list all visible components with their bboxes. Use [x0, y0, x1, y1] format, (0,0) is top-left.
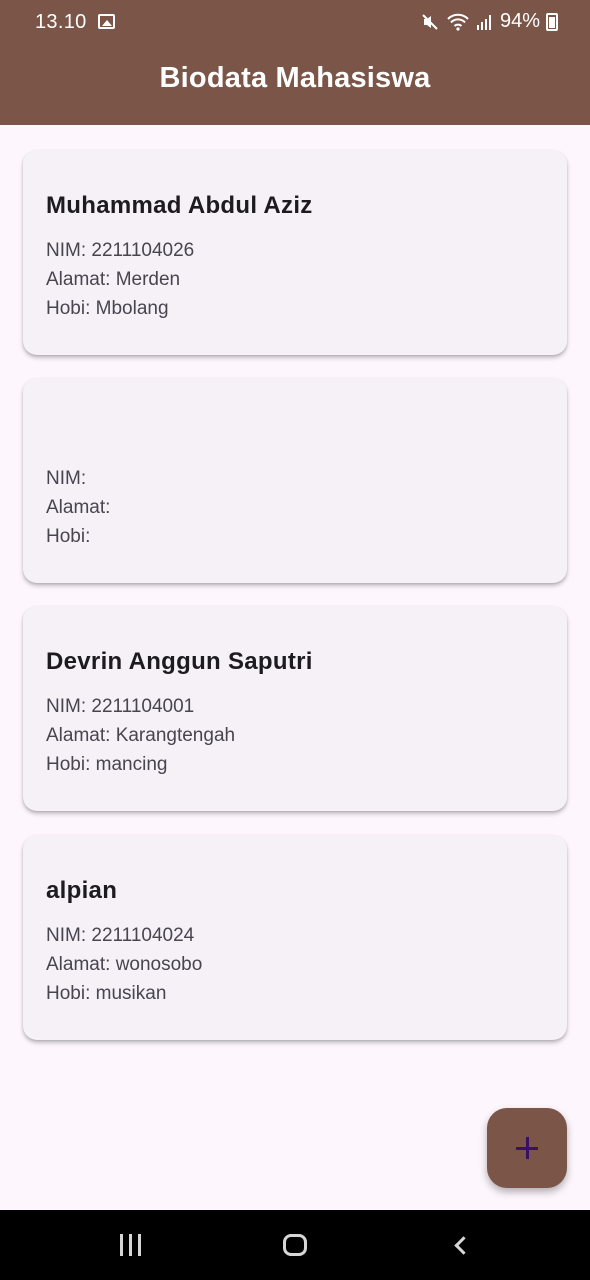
- student-hobi: Hobi:: [46, 526, 91, 547]
- page-title: Biodata Mahasiswa: [159, 62, 431, 94]
- student-hobi: Hobi: musikan: [46, 983, 167, 1004]
- student-name: alpian: [46, 877, 118, 904]
- student-name: Devrin Anggun Saputri: [46, 648, 313, 675]
- status-bar: 13.10 94%: [0, 0, 590, 44]
- plus-icon: [516, 1137, 538, 1159]
- gallery-icon: [98, 14, 115, 29]
- battery-icon: [546, 12, 558, 31]
- add-student-button[interactable]: [487, 1108, 567, 1188]
- app-bar: 13.10 94% Biodata Mahasiswa: [0, 0, 590, 125]
- home-button[interactable]: [281, 1228, 309, 1262]
- battery-percent: 94%: [499, 10, 540, 32]
- student-nim: NIM: 2211104024: [46, 925, 195, 946]
- student-nim: NIM:: [46, 468, 87, 489]
- wifi-icon: [446, 12, 470, 32]
- student-name: Muhammad Abdul Aziz: [46, 192, 313, 219]
- mute-icon: [420, 12, 440, 32]
- student-alamat: Alamat:: [46, 497, 111, 518]
- student-hobi: Hobi: mancing: [46, 754, 168, 775]
- navigation-bar: [0, 1210, 590, 1280]
- status-icons: 94%: [420, 10, 558, 33]
- student-alamat: Alamat: Karangtengah: [46, 725, 236, 746]
- student-card[interactable]: Muhammad Abdul Aziz NIM: 2211104026 Alam…: [23, 150, 567, 355]
- student-hobi: Hobi: Mbolang: [46, 298, 169, 319]
- back-button[interactable]: [450, 1228, 473, 1262]
- student-card[interactable]: NIM: Alamat: Hobi:: [23, 378, 567, 583]
- student-nim: NIM: 2211104026: [46, 240, 195, 261]
- recents-button[interactable]: [115, 1228, 145, 1262]
- signal-icon: [476, 13, 494, 31]
- student-alamat: Alamat: Merden: [46, 269, 181, 290]
- student-card[interactable]: Devrin Anggun Saputri NIM: 2211104001 Al…: [23, 606, 567, 811]
- back-icon: [453, 1235, 473, 1255]
- student-alamat: Alamat: wonosobo: [46, 954, 203, 975]
- student-card[interactable]: alpian NIM: 2211104024 Alamat: wonosobo …: [23, 835, 567, 1040]
- status-time: 13.10: [35, 11, 87, 33]
- home-icon: [283, 1234, 307, 1256]
- screen: 13.10 94% Biodata Mahasiswa Muhammad Abd…: [0, 0, 590, 1280]
- student-nim: NIM: 2211104001: [46, 696, 195, 717]
